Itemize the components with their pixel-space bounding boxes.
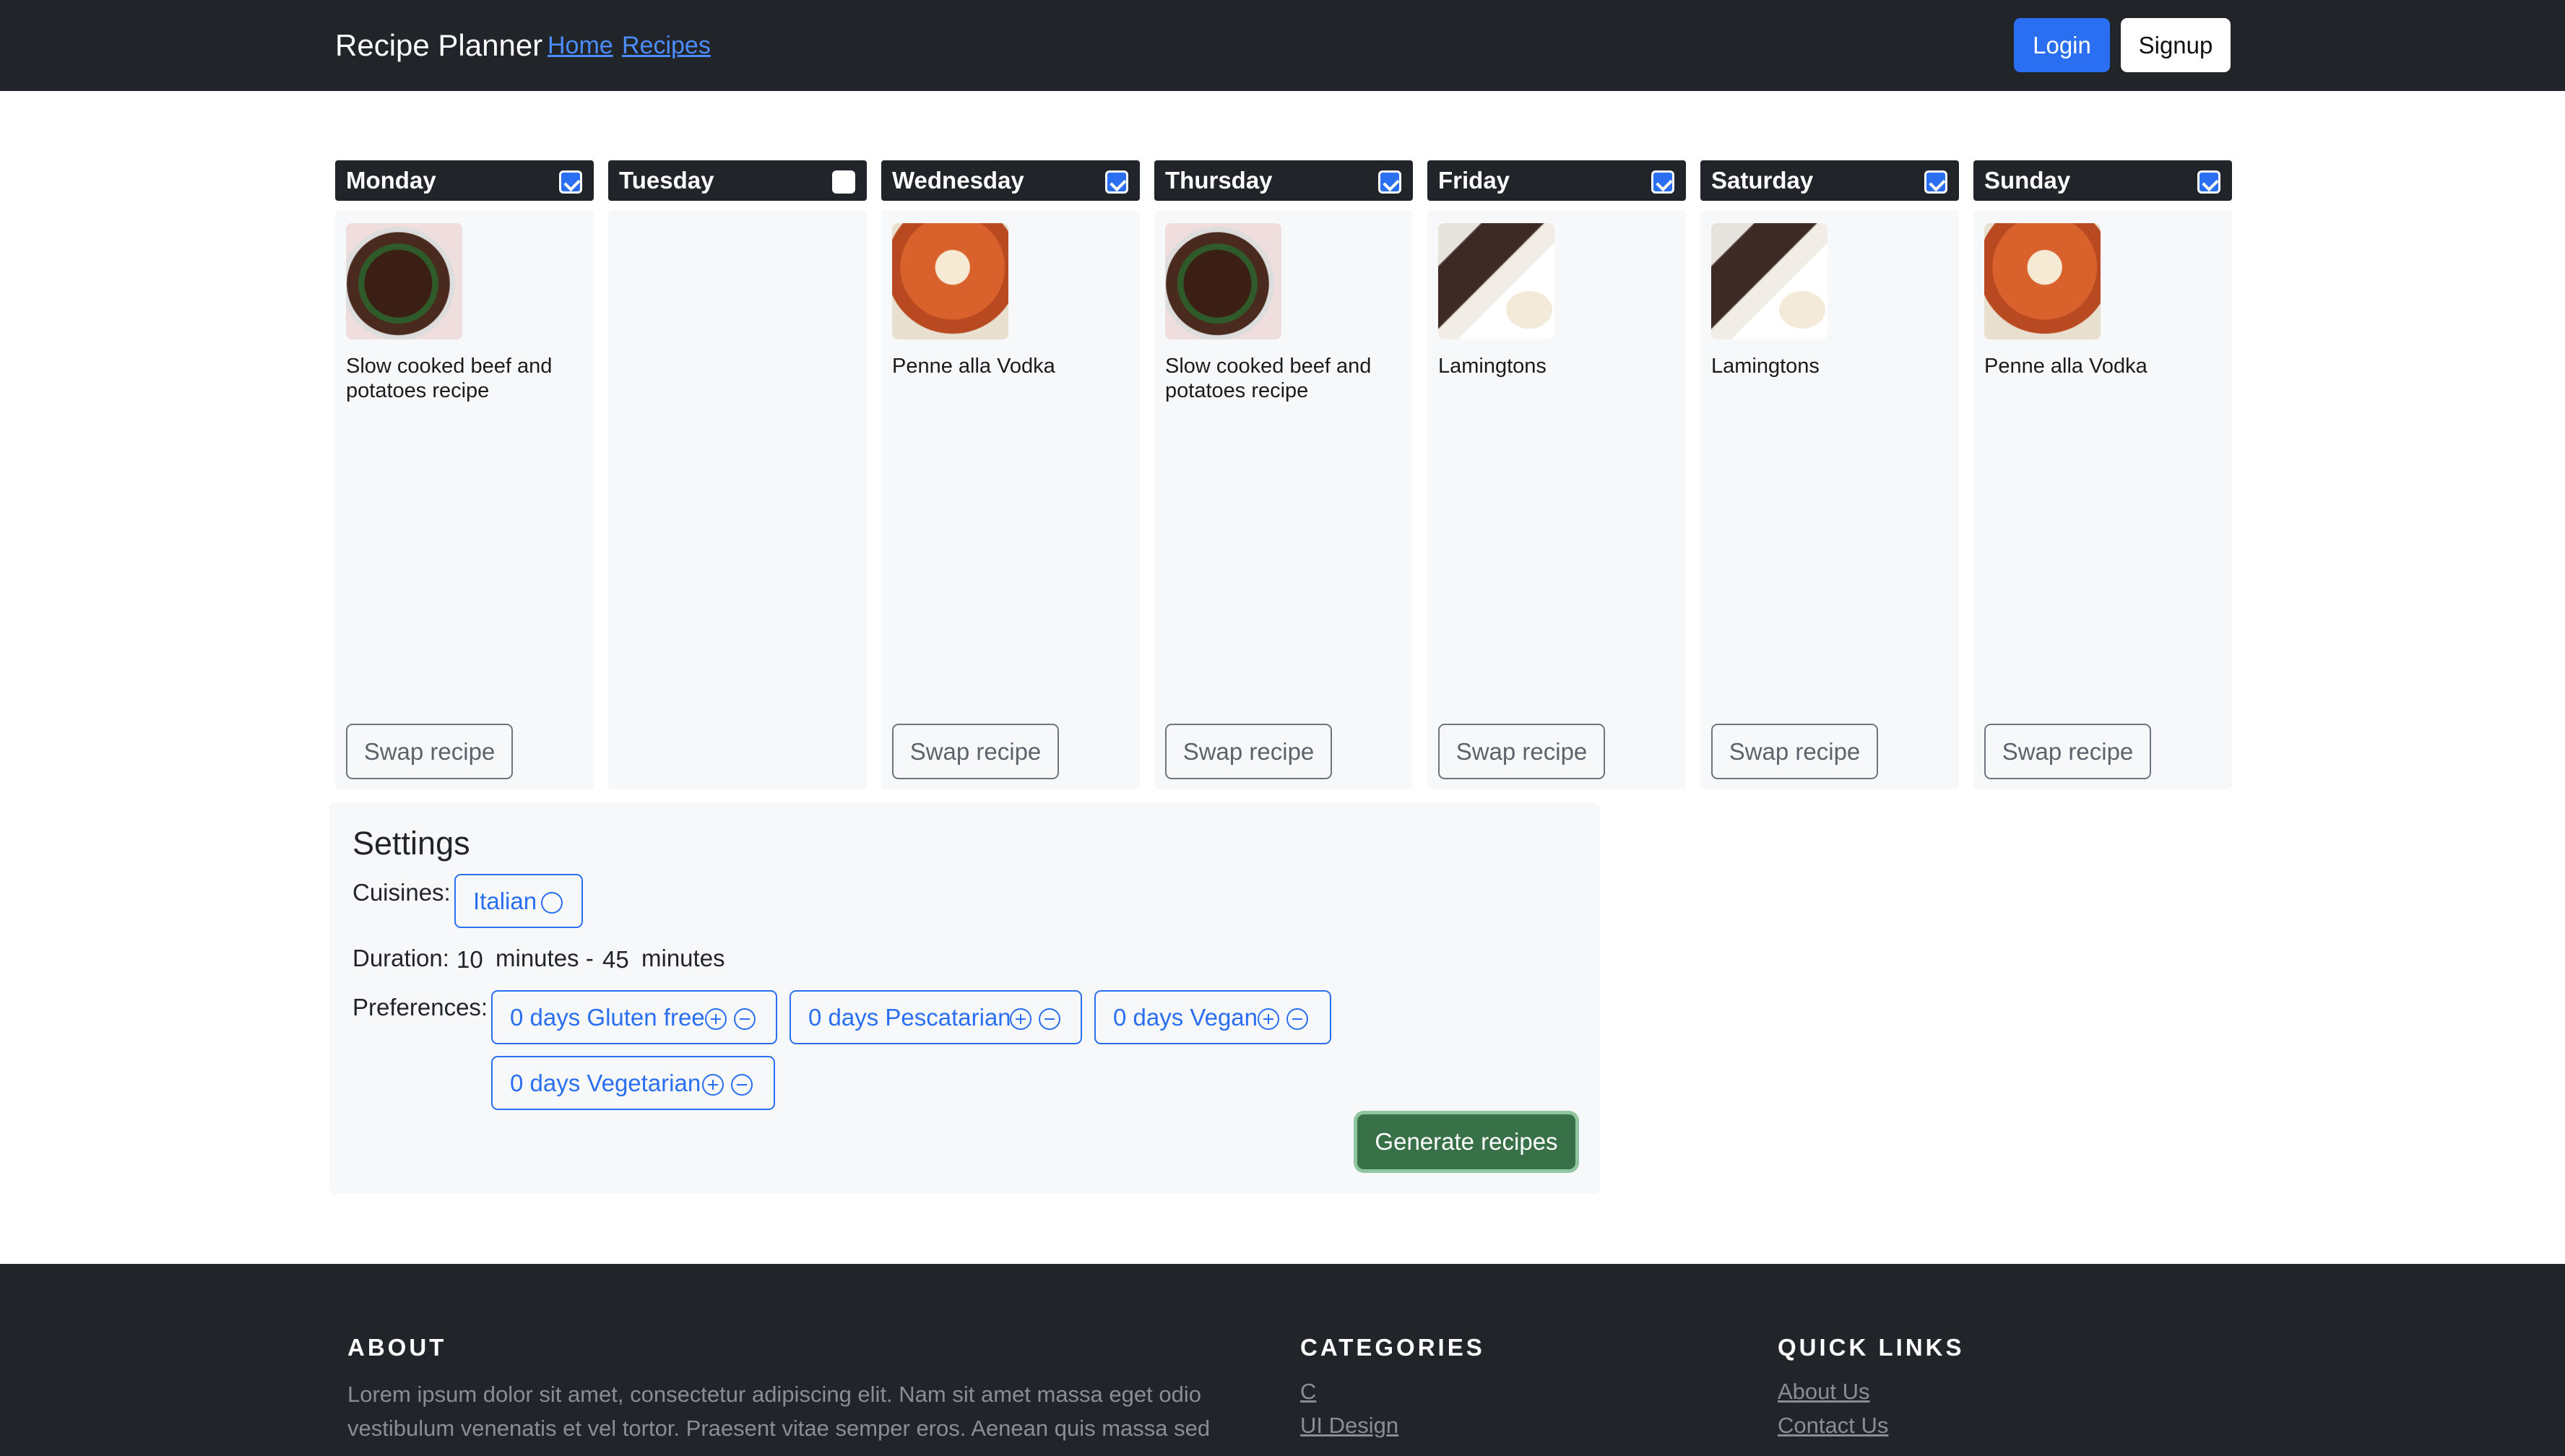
- day-header: Wednesday: [881, 160, 1140, 201]
- minus-circle-icon[interactable]: [1286, 1008, 1308, 1030]
- plus-circle-icon[interactable]: [1010, 1008, 1031, 1030]
- day-header: Saturday: [1700, 160, 1959, 201]
- cuisine-chip-label: Italian: [473, 888, 537, 914]
- nav-home-link[interactable]: Home: [548, 30, 613, 61]
- recipe-image[interactable]: [892, 223, 1008, 339]
- day-header: Monday: [335, 160, 594, 201]
- day-header: Tuesday: [608, 160, 867, 201]
- recipe-image[interactable]: [1438, 223, 1554, 339]
- recipe-image[interactable]: [1711, 223, 1827, 339]
- day-checkbox[interactable]: [1651, 170, 1674, 194]
- duration-min-input[interactable]: 10: [457, 945, 483, 974]
- preference-chip-label: 0 days Vegan: [1113, 1004, 1258, 1031]
- swap-recipe-button[interactable]: Swap recipe: [892, 724, 1059, 779]
- swap-recipe-button[interactable]: Swap recipe: [1711, 724, 1878, 779]
- plus-circle-icon[interactable]: [705, 1008, 727, 1030]
- duration-separator: minutes -: [496, 945, 594, 971]
- nav-recipes-link[interactable]: Recipes: [622, 30, 711, 61]
- day-checkbox[interactable]: [559, 170, 582, 194]
- swap-recipe-button[interactable]: Swap recipe: [1984, 724, 2151, 779]
- duration-label: Duration:: [352, 945, 449, 971]
- plus-circle-icon[interactable]: [702, 1074, 724, 1096]
- minus-circle-icon[interactable]: [1039, 1008, 1060, 1030]
- recipe-image[interactable]: [1165, 223, 1281, 339]
- day-name: Sunday: [1984, 167, 2071, 194]
- footer-quick-links-heading: QUICK LINKS: [1778, 1334, 1965, 1361]
- day-checkbox[interactable]: [2197, 170, 2220, 194]
- day-checkbox[interactable]: [832, 170, 855, 194]
- day-name: Saturday: [1711, 167, 1814, 194]
- swap-recipe-button[interactable]: Swap recipe: [346, 724, 513, 779]
- footer-category-link[interactable]: C: [1300, 1377, 1316, 1406]
- footer-about-heading: ABOUT: [347, 1334, 447, 1361]
- navbar: Recipe Planner Home Recipes Login Signup: [0, 0, 2565, 91]
- cuisine-chip-italian[interactable]: Italian: [454, 874, 583, 928]
- recipe-title[interactable]: Slow cooked beef and potatoes recipe: [1165, 354, 1403, 403]
- recipe-title[interactable]: Penne alla Vodka: [892, 354, 1130, 378]
- circle-icon[interactable]: [541, 892, 563, 914]
- day-name: Thursday: [1165, 167, 1273, 194]
- day-checkbox[interactable]: [1105, 170, 1128, 194]
- settings-panel: Settings Cuisines: Italian Duration: 10 …: [329, 802, 1600, 1194]
- day-recipe-card: Slow cooked beef and potatoes recipe Swa…: [1154, 210, 1413, 789]
- day-header: Thursday: [1154, 160, 1413, 201]
- duration-unit: minutes: [641, 945, 725, 971]
- swap-recipe-button[interactable]: Swap recipe: [1165, 724, 1332, 779]
- day-recipe-card: Lamingtons Swap recipe: [1700, 210, 1959, 789]
- recipe-image[interactable]: [1984, 223, 2101, 339]
- day-checkbox[interactable]: [1924, 170, 1947, 194]
- recipe-image[interactable]: [346, 223, 462, 339]
- day-recipe-card: Lamingtons Swap recipe: [1427, 210, 1686, 789]
- day-name: Wednesday: [892, 167, 1024, 194]
- generate-recipes-button[interactable]: Generate recipes: [1357, 1114, 1575, 1169]
- preference-chip-label: 0 days Gluten free: [510, 1004, 705, 1031]
- day-name: Tuesday: [619, 167, 714, 194]
- preference-chip-vegan: 0 days Vegan: [1094, 990, 1331, 1044]
- settings-title: Settings: [352, 825, 470, 862]
- preferences-label: Preferences:: [352, 994, 488, 1020]
- day-recipe-card: Slow cooked beef and potatoes recipe Swa…: [335, 210, 594, 789]
- preference-chip-label: 0 days Vegetarian: [510, 1070, 701, 1096]
- footer-quick-link[interactable]: About Us: [1778, 1377, 1870, 1406]
- signup-button[interactable]: Signup: [2121, 18, 2231, 72]
- recipe-title[interactable]: Penne alla Vodka: [1984, 354, 2223, 378]
- day-recipe-card: Penne alla Vodka Swap recipe: [1973, 210, 2232, 789]
- preference-chip-gluten-free: 0 days Gluten free: [491, 990, 777, 1044]
- day-header: Sunday: [1973, 160, 2232, 201]
- preference-chip-pescatarian: 0 days Pescatarian: [790, 990, 1082, 1044]
- recipe-title[interactable]: Lamingtons: [1711, 354, 1950, 378]
- footer-quick-link[interactable]: Contact Us: [1778, 1411, 1888, 1440]
- footer-categories-heading: CATEGORIES: [1300, 1334, 1485, 1361]
- recipe-title[interactable]: Lamingtons: [1438, 354, 1677, 378]
- footer-category-link[interactable]: UI Design: [1300, 1411, 1398, 1440]
- brand[interactable]: Recipe Planner: [335, 27, 542, 64]
- preference-chip-vegetarian: 0 days Vegetarian: [491, 1056, 775, 1110]
- duration-max-input[interactable]: 45: [602, 945, 629, 974]
- preference-chip-label: 0 days Pescatarian: [808, 1004, 1011, 1031]
- day-recipe-card: [608, 210, 867, 789]
- footer-about-text: Lorem ipsum dolor sit amet, consectetur …: [347, 1382, 1211, 1456]
- day-name: Monday: [346, 167, 436, 194]
- day-recipe-card: Penne alla Vodka Swap recipe: [881, 210, 1140, 789]
- day-name: Friday: [1438, 167, 1510, 194]
- minus-circle-icon[interactable]: [731, 1074, 753, 1096]
- day-header: Friday: [1427, 160, 1686, 201]
- minus-circle-icon[interactable]: [734, 1008, 756, 1030]
- day-checkbox[interactable]: [1378, 170, 1401, 194]
- cuisines-label: Cuisines:: [352, 879, 451, 906]
- footer: ABOUT Lorem ipsum dolor sit amet, consec…: [0, 1264, 2565, 1456]
- plus-circle-icon[interactable]: [1258, 1008, 1279, 1030]
- swap-recipe-button[interactable]: Swap recipe: [1438, 724, 1605, 779]
- login-button[interactable]: Login: [2014, 18, 2110, 72]
- recipe-title[interactable]: Slow cooked beef and potatoes recipe: [346, 354, 584, 403]
